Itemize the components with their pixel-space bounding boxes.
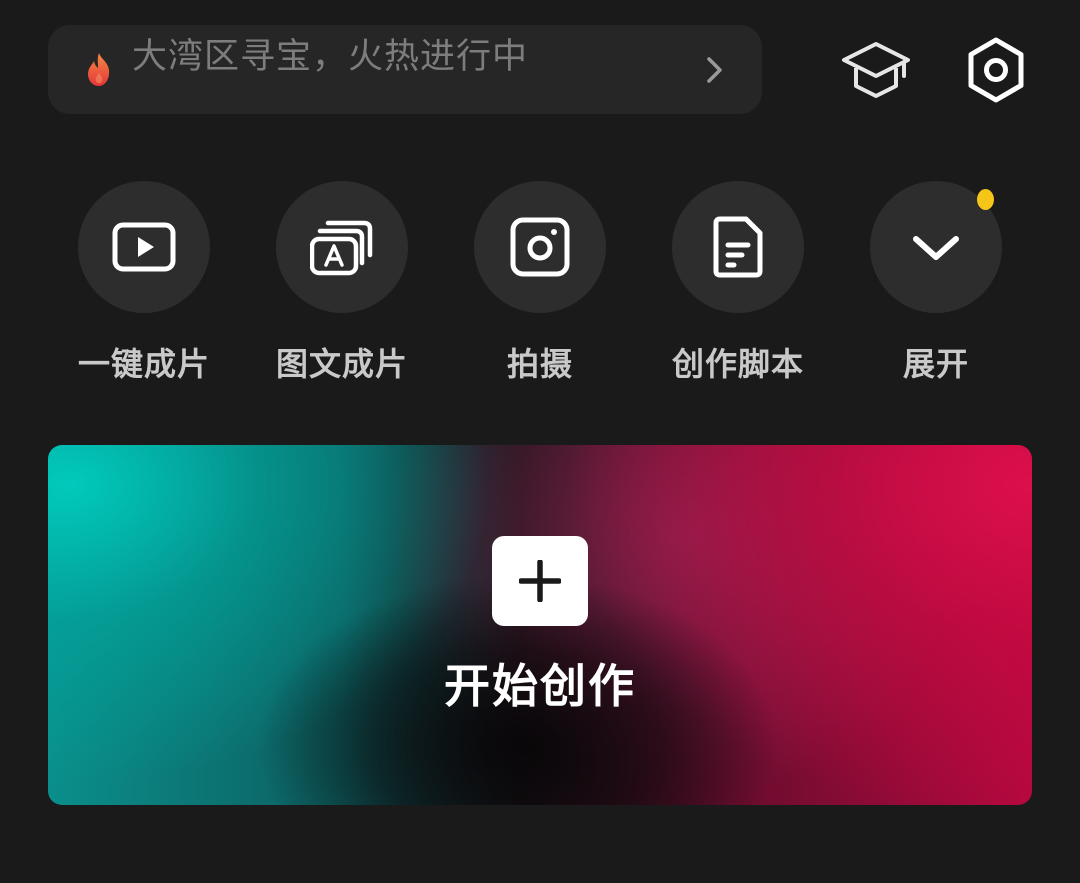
action-label: 图文成片: [275, 345, 408, 383]
action-one-click-video[interactable]: 一键成片: [44, 181, 244, 391]
action-label: 拍摄: [506, 345, 573, 383]
action-label: 创作脚本: [671, 345, 804, 383]
quick-actions: 一键成片 图文成片 拍摄 创作脚本 展开: [0, 181, 1080, 391]
camera-icon: [510, 217, 570, 277]
graduation-cap-icon: [842, 42, 910, 98]
plus-button: [492, 536, 588, 626]
action-image-text-video[interactable]: 图文成片: [242, 181, 442, 391]
plus-icon: [519, 560, 561, 602]
action-create-script[interactable]: 创作脚本: [638, 181, 838, 391]
action-circle: [78, 181, 210, 313]
action-expand[interactable]: 展开: [836, 181, 1036, 391]
fire-icon: [88, 53, 110, 86]
settings-hexagon-icon: [968, 37, 1024, 103]
action-circle: [672, 181, 804, 313]
text-layers-icon: [310, 220, 373, 276]
start-creating-label: 开始创作: [444, 659, 636, 713]
promo-text: 大湾区寻宝，火热进行中: [132, 37, 529, 77]
script-document-icon: [713, 216, 763, 278]
notification-dot: [977, 189, 994, 210]
action-circle: [474, 181, 606, 313]
settings-button[interactable]: [960, 34, 1032, 106]
action-label: 展开: [902, 345, 969, 383]
chevron-right-icon: [707, 57, 722, 83]
start-creating-button[interactable]: 开始创作: [48, 445, 1032, 805]
tutorial-button[interactable]: [840, 34, 912, 106]
action-shoot[interactable]: 拍摄: [440, 181, 640, 391]
play-video-icon: [112, 222, 176, 272]
action-label: 一键成片: [77, 345, 210, 383]
promo-search-bar[interactable]: 大湾区寻宝，火热进行中: [48, 25, 762, 114]
action-circle: [276, 181, 408, 313]
chevron-down-icon: [913, 236, 959, 260]
